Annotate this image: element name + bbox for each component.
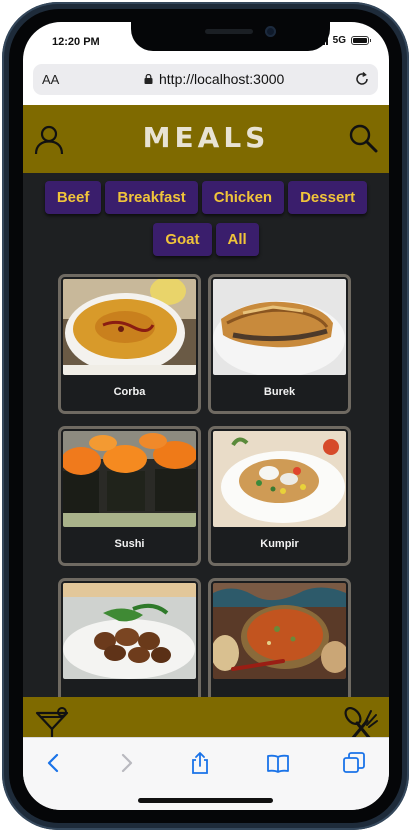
app-title: MEALS <box>142 121 270 154</box>
lock-icon <box>144 74 153 84</box>
tabs-icon[interactable] <box>343 752 365 774</box>
category-breakfast[interactable]: Breakfast <box>105 181 198 214</box>
category-goat[interactable]: Goat <box>153 223 212 256</box>
meal-image <box>63 583 196 679</box>
category-filters: Beef Breakfast Chicken Dessert Goat All <box>39 181 373 256</box>
phone-notch <box>131 22 330 51</box>
address-bar[interactable]: AA http://localhost:3000 <box>33 64 378 95</box>
meal-name: Kumpir <box>260 538 299 550</box>
search-icon[interactable] <box>348 123 378 153</box>
meal-card-sushi[interactable]: Sushi <box>58 426 201 566</box>
back-icon[interactable] <box>43 752 65 774</box>
category-chicken[interactable]: Chicken <box>201 181 285 214</box>
app-header: MEALS <box>23 105 389 173</box>
status-time: 12:20 PM <box>52 36 100 48</box>
forward-icon[interactable] <box>115 752 137 774</box>
meal-card-kumpir[interactable]: Kumpir <box>208 426 351 566</box>
bookmarks-icon[interactable] <box>267 752 289 774</box>
meal-image <box>213 279 346 375</box>
text-size-button[interactable]: AA <box>42 72 59 87</box>
phone-screen: 12:20 PM 5G AA http://localhost:3000 MEA… <box>23 22 389 810</box>
share-icon[interactable] <box>189 752 211 774</box>
category-all[interactable]: All <box>215 223 259 256</box>
meal-name: Corba <box>113 386 146 398</box>
speaker-grille <box>205 29 253 34</box>
meal-card-burek[interactable]: Burek <box>208 274 351 414</box>
category-beef[interactable]: Beef <box>44 181 102 214</box>
category-row-2: Goat All <box>39 223 373 256</box>
home-indicator[interactable] <box>138 798 273 803</box>
front-camera <box>265 26 276 37</box>
meal-image <box>213 431 346 527</box>
meal-image <box>63 279 196 375</box>
browser-toolbar <box>23 737 389 810</box>
meal-name: Sushi <box>114 538 145 550</box>
meal-card-corba[interactable]: Corba <box>58 274 201 414</box>
battery-icon <box>351 36 371 45</box>
url-text[interactable]: http://localhost:3000 <box>159 71 284 87</box>
network-label: 5G <box>332 35 346 46</box>
meal-image <box>63 431 196 527</box>
meals-app: MEALS Beef Breakfast Chicken Dessert Goa… <box>23 105 389 758</box>
meal-name: Burek <box>263 386 296 398</box>
category-dessert[interactable]: Dessert <box>288 181 368 214</box>
meal-image <box>213 583 346 679</box>
reload-icon[interactable] <box>354 71 370 87</box>
